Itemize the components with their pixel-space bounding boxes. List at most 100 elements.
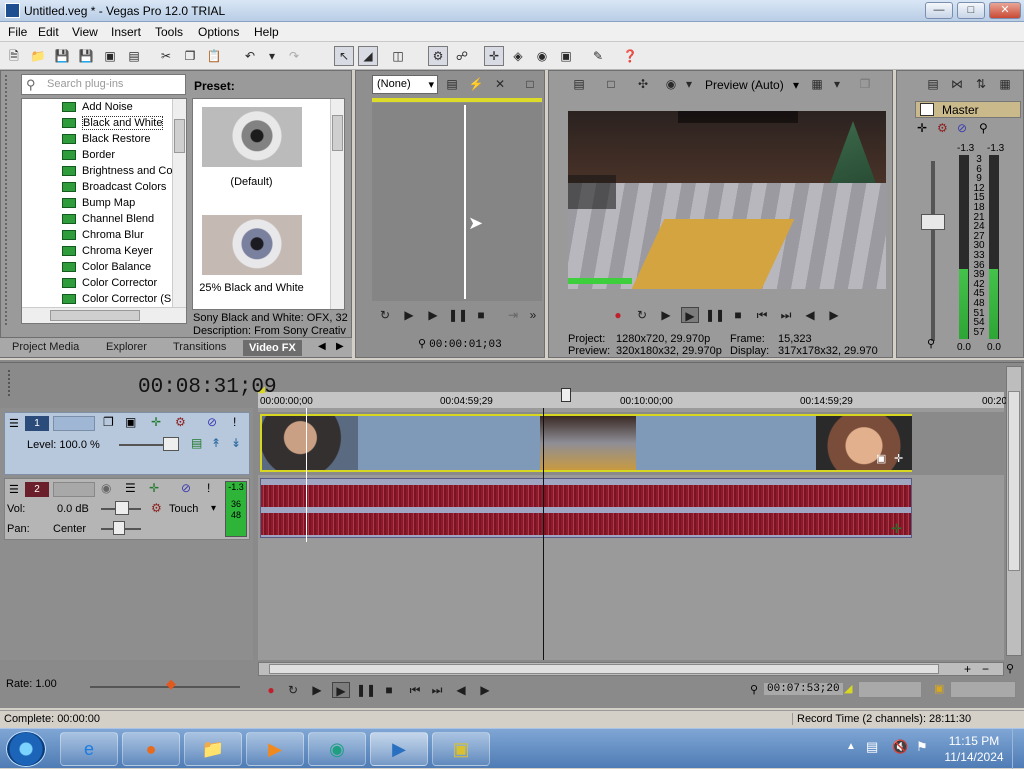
normal-edit-tool-icon[interactable]: ↖: [334, 46, 354, 66]
make-compositing-child-icon[interactable]: ▤: [191, 436, 202, 450]
plugin-item[interactable]: Color Corrector (S: [22, 291, 186, 307]
master-gear-icon[interactable]: ⚙: [937, 121, 948, 135]
volume-handle[interactable]: [115, 501, 129, 515]
open-icon[interactable]: 📁: [28, 46, 48, 66]
composite-mode-icon[interactable]: ⚙: [175, 415, 186, 429]
save-icon[interactable]: 💾: [52, 46, 72, 66]
next-frame-icon[interactable]: ▶: [476, 682, 494, 698]
grid-icon[interactable]: ▦: [807, 74, 827, 94]
preview-stop-icon[interactable]: ■: [729, 307, 747, 323]
master-fader-track[interactable]: [931, 161, 935, 341]
track-menu-icon[interactable]: ☰: [9, 483, 19, 496]
tray-expand-icon[interactable]: ▲: [846, 741, 856, 752]
rate-slider[interactable]: [90, 686, 240, 688]
preview-quality-select[interactable]: Preview (Auto) ▾: [705, 78, 799, 92]
compositing-icon[interactable]: ▣: [125, 415, 136, 429]
loop-icon[interactable]: ↻: [284, 682, 302, 698]
menu-tools[interactable]: Tools: [155, 25, 183, 39]
video-clip[interactable]: ▣ ✛: [260, 414, 912, 472]
preview-record-icon[interactable]: ●: [609, 307, 627, 323]
help-pointer-icon[interactable]: ✎: [588, 46, 608, 66]
plugin-item[interactable]: Black Restore: [22, 131, 186, 147]
plugin-item[interactable]: Chroma Blur: [22, 227, 186, 243]
timeline-hscrollbar[interactable]: [258, 662, 1004, 676]
audio-solo-icon[interactable]: !: [207, 481, 210, 495]
play-from-start-icon[interactable]: ▶: [308, 682, 326, 698]
paste-icon[interactable]: 📋: [204, 46, 224, 66]
tab-transitions[interactable]: Transitions: [173, 341, 226, 353]
trimmer-play-icon[interactable]: ▶: [424, 307, 442, 323]
overlays-dropdown-icon[interactable]: ▾: [679, 74, 699, 94]
rate-handle-icon[interactable]: ◆: [166, 676, 176, 692]
master-lock-icon[interactable]: ⚲: [927, 337, 935, 350]
menu-insert[interactable]: Insert: [111, 25, 141, 39]
playhead-marker[interactable]: [561, 388, 571, 402]
vscroll-thumb[interactable]: [1008, 391, 1020, 571]
envelope-tool-icon[interactable]: ◢: [358, 46, 378, 66]
copy-snapshot-icon[interactable]: ❐: [855, 74, 875, 94]
snap-icon[interactable]: ◫: [388, 46, 408, 66]
mixer-lock-icon[interactable]: ▦: [995, 74, 1015, 94]
search-plugins-input[interactable]: Search plug-ins ⚲: [21, 74, 186, 95]
tab-explorer[interactable]: Explorer: [106, 341, 147, 353]
zoom-tool-icon[interactable]: ⚲: [1006, 662, 1014, 675]
undo-icon[interactable]: ↶: [240, 46, 260, 66]
start-button[interactable]: [6, 731, 46, 767]
grid-dropdown-icon[interactable]: ▾: [827, 74, 847, 94]
solo-icon[interactable]: !: [233, 415, 236, 429]
master-fader-handle[interactable]: [921, 214, 945, 230]
firefox-icon[interactable]: ●: [122, 732, 180, 766]
edit-cursor-line[interactable]: [543, 408, 544, 660]
taskbar-clock[interactable]: 11:15 PM 11/14/2024: [944, 733, 1004, 765]
plugin-item[interactable]: Broadcast Colors: [22, 179, 186, 195]
arm-record-icon[interactable]: ◉: [101, 481, 111, 495]
preview-go-end-icon[interactable]: ⏭: [777, 307, 795, 323]
preset-scroll-thumb[interactable]: [332, 115, 343, 151]
plugin-item[interactable]: Channel Blend: [22, 211, 186, 227]
plugin-item[interactable]: Black and White: [22, 115, 186, 131]
plugin-list[interactable]: Add Noise Black and White Black Restore Bor…: [21, 98, 187, 324]
preview-next-frame-icon[interactable]: ▶: [825, 307, 843, 323]
preset-thumbnails[interactable]: (Default) 25% Black and White: [192, 98, 345, 310]
hscroll-thumb[interactable]: [50, 310, 140, 321]
redo-icon[interactable]: ↷: [284, 46, 304, 66]
zoom-tool-icon[interactable]: ◉: [532, 46, 552, 66]
trimmer-add-icon[interactable]: ⇥: [504, 307, 522, 323]
selection-length-field[interactable]: [950, 681, 1016, 698]
pan-handle[interactable]: [113, 521, 125, 535]
plugin-item[interactable]: Border: [22, 147, 186, 163]
properties-icon[interactable]: ▤: [124, 46, 144, 66]
plugin-item[interactable]: Chroma Keyer: [22, 243, 186, 259]
automation-mode[interactable]: Touch: [169, 503, 198, 515]
loop-marker-icon[interactable]: ◢: [258, 384, 265, 395]
cursor-time[interactable]: 00:07:53;20: [764, 683, 843, 695]
trimmer-monitor-icon[interactable]: □: [520, 74, 540, 94]
audio-event-fx-icon[interactable]: ✛: [891, 521, 902, 537]
mixer-downmix-icon[interactable]: ⋈: [947, 74, 967, 94]
audio-mute-icon[interactable]: ⊘: [181, 481, 191, 495]
preview-prev-frame-icon[interactable]: ◀: [801, 307, 819, 323]
trimmer-select[interactable]: (None) ▾: [372, 75, 438, 94]
audio-clip[interactable]: ✛: [260, 478, 912, 538]
internet-explorer-icon[interactable]: e: [60, 732, 118, 766]
trimmer-pause-icon[interactable]: ❚❚: [448, 307, 468, 323]
save-as-icon[interactable]: 💾: [76, 46, 96, 66]
plugin-item[interactable]: Brightness and Co: [22, 163, 186, 179]
master-fx-icon[interactable]: ✛: [917, 121, 927, 135]
stop-icon[interactable]: ■: [380, 682, 398, 698]
render-icon[interactable]: ▣: [100, 46, 120, 66]
video-frame[interactable]: [568, 111, 886, 289]
track-fx-icon[interactable]: ✛: [151, 415, 161, 429]
ignore-grouping-icon[interactable]: ✛: [484, 46, 504, 66]
preview-loop-icon[interactable]: ↻: [633, 307, 651, 323]
preview-properties-icon[interactable]: ▤: [569, 74, 589, 94]
previous-frame-icon[interactable]: ◀: [452, 682, 470, 698]
mixer-dim-icon[interactable]: ⇅: [971, 74, 991, 94]
media-player-icon[interactable]: ▶: [246, 732, 304, 766]
split-screen-icon[interactable]: ✣: [633, 74, 653, 94]
maximize-button[interactable]: □: [957, 2, 985, 19]
video-track-header[interactable]: ☰ 1 ❐ ▣ ✛ ⚙ ⊘ ! Level: 100.0 % ▤ ↟ ↡: [4, 412, 250, 475]
plugin-list-scrollbar[interactable]: [172, 99, 186, 307]
lock-envelopes-icon[interactable]: ☍: [452, 46, 472, 66]
trimmer-stop-icon[interactable]: ■: [472, 307, 490, 323]
